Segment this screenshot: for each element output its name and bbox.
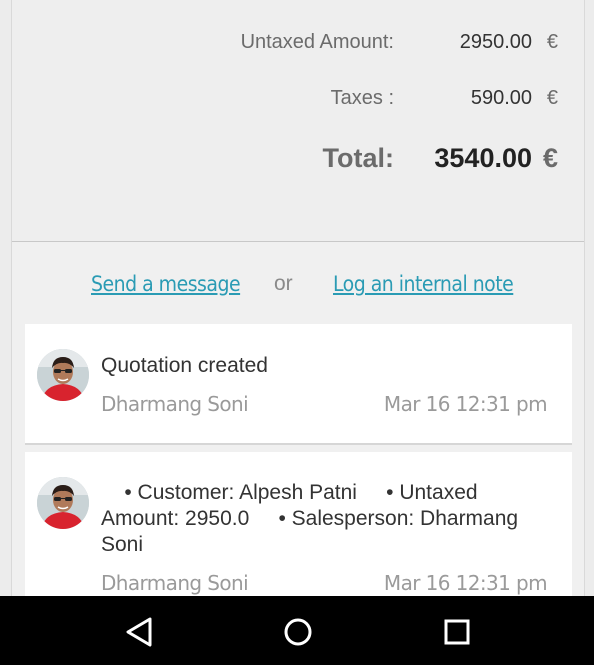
log-note-link[interactable]: Log an internal note (333, 272, 514, 296)
or-separator: or (274, 272, 293, 295)
total-row: Total: 3540.00 € (12, 143, 584, 173)
total-value: 3540.00 (434, 143, 532, 173)
message-body: Quotation created (101, 354, 268, 377)
chatter-actions: Send a message or Log an internal note (12, 266, 584, 306)
untaxed-amount-value: 2950.00 (459, 31, 532, 53)
taxes-value: 590.00 (470, 87, 532, 109)
message-card: • Customer: Alpesh Patni • Untaxed Amoun… (25, 452, 572, 596)
home-icon[interactable] (280, 614, 316, 650)
app-screen: Untaxed Amount: 2950.00 € Taxes : 590.00… (0, 0, 594, 596)
recents-icon[interactable] (439, 614, 475, 650)
message-author[interactable]: Dharmang Soni (101, 392, 249, 416)
currency-symbol: € (546, 31, 558, 53)
avatar[interactable] (37, 477, 89, 529)
message-author[interactable]: Dharmang Soni (101, 571, 249, 595)
user-avatar-icon (37, 477, 89, 529)
back-icon[interactable] (121, 614, 157, 650)
totals-section: Untaxed Amount: 2950.00 € Taxes : 590.00… (12, 0, 584, 242)
android-navigation-bar (0, 596, 594, 665)
send-message-link[interactable]: Send a message (91, 272, 241, 296)
message-card: Quotation created Dharmang Soni Mar 16 1… (25, 324, 572, 445)
taxes-label: Taxes : (330, 87, 394, 109)
avatar[interactable] (37, 349, 89, 401)
taxes-row: Taxes : 590.00 € (12, 87, 584, 117)
currency-symbol: € (546, 87, 558, 109)
untaxed-amount-label: Untaxed Amount: (240, 31, 394, 53)
user-avatar-icon (37, 349, 89, 401)
message-date: Mar 16 12:31 pm (383, 571, 548, 595)
message-body: • Customer: Alpesh Patni • Untaxed Amoun… (101, 481, 524, 556)
currency-symbol: € (542, 143, 558, 173)
untaxed-amount-row: Untaxed Amount: 2950.00 € (12, 31, 584, 61)
message-date: Mar 16 12:31 pm (383, 392, 548, 416)
total-label: Total: (322, 143, 394, 173)
form-sheet: Untaxed Amount: 2950.00 € Taxes : 590.00… (11, 0, 585, 596)
